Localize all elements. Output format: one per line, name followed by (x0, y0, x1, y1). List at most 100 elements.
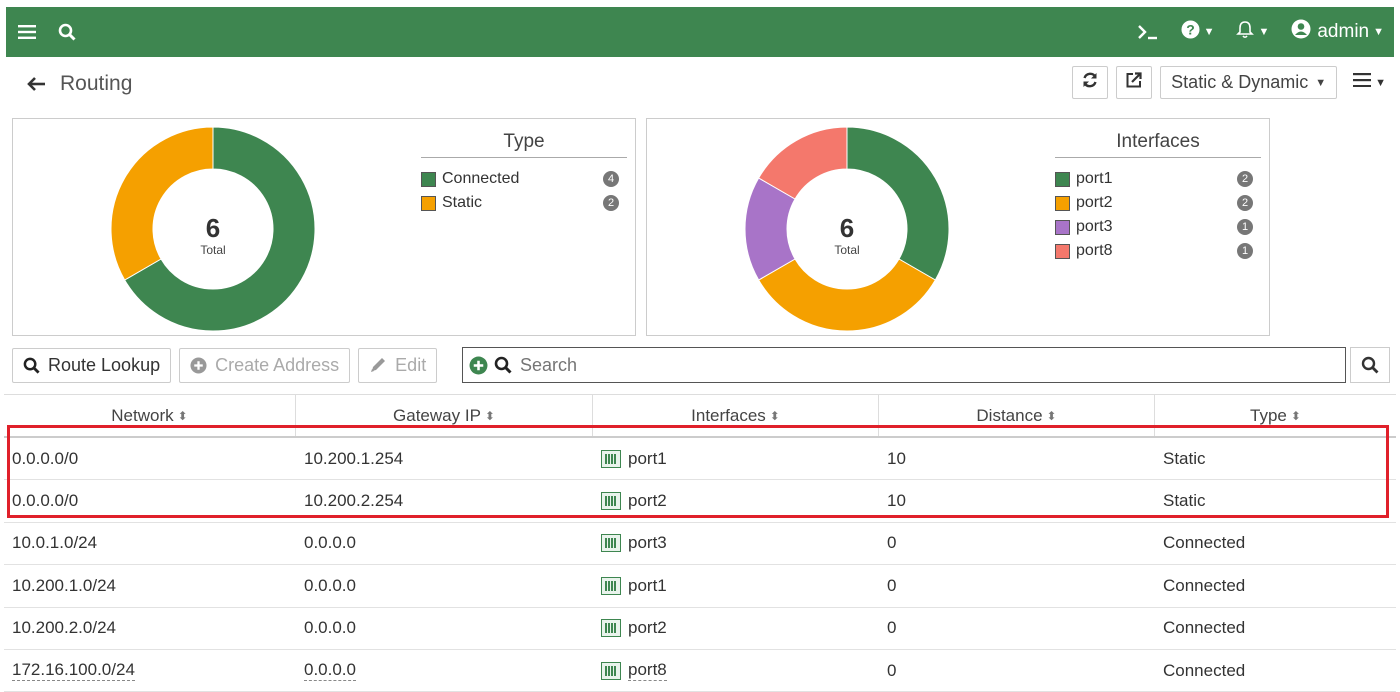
distance-value: 10 (887, 491, 906, 511)
user-menu[interactable]: admin ▼ (1291, 19, 1384, 45)
interfaces-legend: Interfaces port1 2 port2 2 port3 1 port8 1 (1055, 131, 1261, 263)
edit-label: Edit (395, 354, 427, 375)
legend-item-port2[interactable]: port2 2 (1055, 191, 1261, 215)
search-icon[interactable] (58, 23, 76, 41)
chevron-down-icon: ▼ (1375, 76, 1386, 89)
table-row[interactable]: 10.0.1.0/24 0.0.0.0 port3 0 Connected (4, 523, 1396, 566)
column-label: Network (111, 405, 174, 425)
donut-slice-static[interactable] (110, 126, 214, 281)
count-badge: 1 (1237, 219, 1253, 235)
port-icon (601, 534, 621, 553)
column-header-distance[interactable]: Distance ⬍ (879, 395, 1155, 436)
legend-swatch (421, 195, 436, 211)
legend-item-port3[interactable]: port3 1 (1055, 215, 1261, 239)
help-icon: ? (1181, 20, 1200, 45)
type-value: Static (1163, 448, 1206, 468)
legend-item-port1[interactable]: port1 2 (1055, 167, 1261, 191)
donut-slice-port2[interactable] (757, 258, 937, 332)
cli-console-icon[interactable] (1137, 24, 1159, 40)
notifications-menu[interactable]: ▼ (1236, 20, 1269, 45)
type-cell: Connected (1155, 576, 1396, 596)
column-label: Gateway IP (393, 405, 481, 425)
table-row[interactable]: 10.200.1.0/24 0.0.0.0 port1 0 Connected (4, 565, 1396, 608)
network-cell: 0.0.0.0/0 (4, 449, 296, 469)
column-label: Distance (976, 405, 1043, 425)
routing-table: Network ⬍ Gateway IP ⬍ Interfaces ⬍ Distanc… (4, 394, 1396, 692)
gateway-value: 0.0.0.0 (304, 533, 356, 553)
legend-item-port8[interactable]: port8 1 (1055, 239, 1261, 263)
network-cell: 0.0.0.0/0 (4, 491, 296, 511)
interfaces-total-value: 6 (840, 213, 854, 243)
column-header-gateway-ip[interactable]: Gateway IP ⬍ (296, 395, 593, 436)
table-row[interactable]: 0.0.0.0/0 10.200.2.254 port2 10 Static (4, 480, 1396, 523)
gateway-cell: 0.0.0.0 (296, 576, 593, 596)
network-value: 10.200.2.0/24 (12, 618, 116, 638)
hamburger-menu-icon[interactable] (18, 24, 36, 40)
refresh-button[interactable] (1072, 66, 1109, 99)
legend-item-connected[interactable]: Connected 4 (421, 167, 627, 191)
plus-circle-icon (190, 356, 207, 374)
table-row[interactable]: 172.16.100.0/24 0.0.0.0 port8 0 Connected (4, 650, 1396, 692)
gateway-value: 0.0.0.0 (304, 618, 356, 638)
search-bar (462, 347, 1346, 383)
sort-icon: ⬍ (769, 408, 780, 423)
network-value: 10.0.1.0/24 (12, 533, 98, 553)
port-icon (601, 661, 621, 680)
help-menu[interactable]: ? ▼ (1181, 20, 1215, 45)
chevron-down-icon: ▼ (1315, 76, 1327, 89)
create-address-button[interactable]: Create Address (179, 347, 351, 383)
chevron-down-icon: ▼ (1203, 26, 1215, 38)
count-badge: 2 (1237, 171, 1253, 187)
route-lookup-button[interactable]: Route Lookup (12, 347, 172, 383)
page-title: Routing (60, 72, 133, 95)
column-header-network[interactable]: Network ⬍ (4, 395, 296, 436)
legend-label: Connected (442, 170, 520, 187)
type-cell: Static (1155, 491, 1396, 511)
type-cell: Connected (1155, 661, 1396, 681)
gateway-cell: 10.200.2.254 (296, 491, 593, 511)
table-header: Network ⬍ Gateway IP ⬍ Interfaces ⬍ Distanc… (4, 394, 1396, 438)
refresh-icon (1081, 71, 1099, 94)
column-header-type[interactable]: Type ⬍ (1155, 395, 1396, 436)
column-header-interfaces[interactable]: Interfaces ⬍ (593, 395, 879, 436)
back-arrow-icon[interactable] (26, 76, 46, 92)
interface-value: port1 (628, 448, 667, 468)
table-row[interactable]: 0.0.0.0/0 10.200.1.254 port1 10 Static (4, 438, 1396, 481)
create-address-label: Create Address (215, 354, 340, 375)
search-submit-button[interactable] (1350, 347, 1390, 383)
route-lookup-label: Route Lookup (48, 354, 161, 375)
donut-slice-port1[interactable] (846, 126, 950, 281)
legend-item-static[interactable]: Static 2 (421, 191, 627, 215)
interfaces-total-label: Total (834, 243, 859, 257)
sort-icon: ⬍ (484, 408, 495, 423)
column-settings-menu[interactable]: ▼ (1345, 66, 1394, 99)
table-row[interactable]: 10.200.2.0/24 0.0.0.0 port2 0 Connected (4, 608, 1396, 650)
gateway-cell: 0.0.0.0 (296, 660, 593, 682)
interface-value: port1 (628, 575, 667, 595)
route-view-dropdown[interactable]: Static & Dynamic ▼ (1160, 66, 1338, 99)
route-view-label: Static & Dynamic (1171, 72, 1309, 92)
edit-button[interactable]: Edit (358, 347, 438, 383)
type-legend: Type Connected 4 Static 2 (421, 131, 627, 215)
distance-value: 0 (887, 533, 897, 553)
interfaces-chart-panel: 6 Total Interfaces port1 2 port2 2 port3 1 por… (646, 118, 1270, 336)
count-badge: 1 (1237, 243, 1253, 259)
legend-swatch (1055, 171, 1070, 187)
interface-cell: port1 (593, 449, 879, 469)
legend-swatch (1055, 219, 1070, 235)
open-external-button[interactable] (1116, 66, 1153, 99)
distance-value: 0 (887, 575, 897, 595)
add-filter-icon[interactable] (469, 356, 488, 375)
user-icon (1291, 19, 1311, 45)
chevron-down-icon: ▼ (1258, 26, 1270, 38)
network-value: 0.0.0.0/0 (12, 491, 79, 511)
count-badge: 4 (603, 171, 619, 187)
network-value: 172.16.100.0/24 (12, 660, 135, 682)
type-total-value: 6 (206, 213, 220, 243)
username-label: admin (1317, 21, 1370, 42)
svg-text:?: ? (1186, 21, 1195, 37)
bell-icon (1236, 20, 1255, 45)
search-input[interactable] (518, 353, 1345, 377)
legend-label: Static (442, 194, 483, 211)
legend-label: port1 (1076, 170, 1113, 187)
